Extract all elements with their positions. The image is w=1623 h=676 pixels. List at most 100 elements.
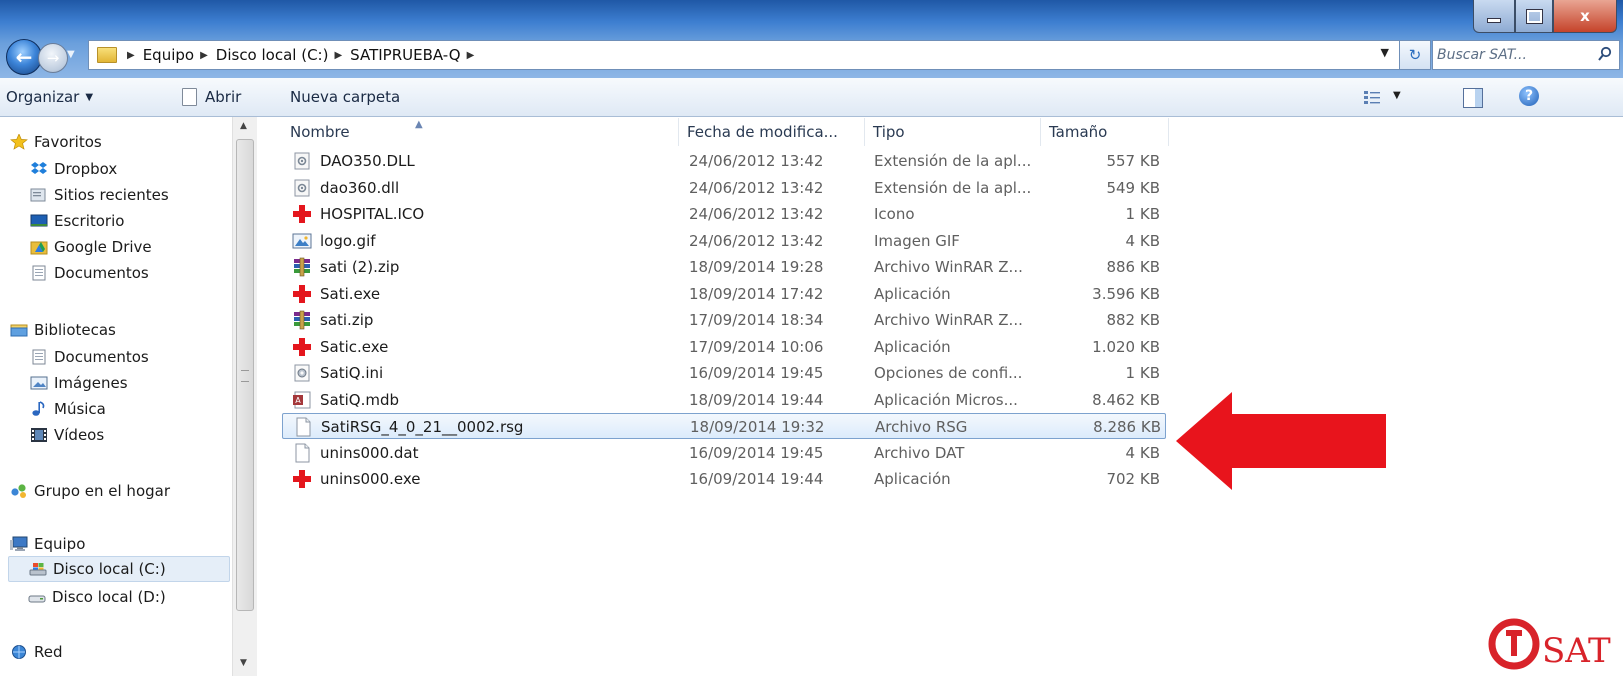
- libraries-icon: [10, 324, 28, 337]
- forward-button[interactable]: →: [38, 43, 68, 73]
- file-name-cell: dao360.dll: [292, 175, 399, 201]
- search-icon[interactable]: [1597, 46, 1613, 62]
- help-icon[interactable]: ?: [1519, 86, 1539, 106]
- file-type: Icono: [874, 205, 915, 223]
- image-icon: [292, 231, 312, 251]
- organize-label: Organizar: [6, 88, 80, 106]
- table-row[interactable]: unins000.exe 16/09/2014 19:44 Aplicación 70…: [282, 466, 1166, 492]
- file-type: Archivo WinRAR Z...: [874, 311, 1023, 329]
- view-options-icon[interactable]: [1363, 89, 1381, 105]
- table-row[interactable]: Satic.exe 17/09/2014 10:06 Aplicación 1.020…: [282, 334, 1166, 360]
- nav-item-music[interactable]: Música: [30, 396, 106, 422]
- nav-item-local-disk-c[interactable]: Disco local (C:): [8, 556, 230, 582]
- table-row[interactable]: dao360.dll 24/06/2012 13:42 Extensión de l…: [282, 175, 1166, 201]
- nav-item-library-documents[interactable]: Documentos: [30, 344, 149, 370]
- minimize-icon: [1487, 17, 1501, 23]
- drive-c-icon: [29, 563, 47, 576]
- dll-icon: [292, 151, 312, 171]
- file-name-cell: Satic.exe: [292, 334, 388, 360]
- preview-pane-icon[interactable]: [1463, 88, 1483, 108]
- maximize-button[interactable]: [1515, 0, 1553, 33]
- nav-item-label: Documentos: [54, 264, 149, 282]
- settings-file-icon: [292, 363, 312, 383]
- nav-item-dropbox[interactable]: Dropbox: [30, 156, 117, 182]
- search-input[interactable]: [1433, 41, 1579, 69]
- file-name: Satic.exe: [320, 337, 389, 356]
- file-date: 24/06/2012 13:42: [689, 231, 824, 250]
- file-name: logo.gif: [320, 231, 376, 250]
- chevron-down-icon[interactable]: ▼: [1393, 90, 1401, 101]
- network-icon: [12, 645, 26, 659]
- file-name-cell: DAO350.DLL: [292, 148, 415, 174]
- file-name-cell: A SatiQ.mdb: [292, 387, 399, 413]
- file-type: Archivo RSG: [875, 418, 968, 436]
- breadcrumb-satiprueba-q[interactable]: SATIPRUEBA-Q: [350, 46, 460, 64]
- nav-computer[interactable]: Equipo: [10, 531, 85, 557]
- nav-item-videos[interactable]: Vídeos: [30, 422, 104, 448]
- table-row[interactable]: HOSPITAL.ICO 24/06/2012 13:42 Icono 1 KB: [282, 201, 1166, 227]
- nav-item-label: Música: [54, 400, 106, 418]
- nav-libraries[interactable]: Bibliotecas: [10, 317, 116, 343]
- nav-network[interactable]: Red: [10, 639, 63, 665]
- open-button[interactable]: Abrir: [182, 78, 241, 116]
- nav-item-google-drive[interactable]: Google Drive: [30, 234, 152, 260]
- file-type: Aplicación: [874, 284, 951, 303]
- red-cross-icon: [292, 337, 312, 357]
- table-row[interactable]: unins000.dat 16/09/2014 19:45 Archivo DAT 4…: [282, 440, 1166, 466]
- table-row[interactable]: Sati.exe 18/09/2014 17:42 Aplicación 3.596 …: [282, 281, 1166, 307]
- table-row[interactable]: SatiRSG_4_0_21__0002.rsg 18/09/2014 19:32…: [282, 413, 1166, 439]
- table-row[interactable]: sati (2).zip 18/09/2014 19:28 Archivo WinR…: [282, 254, 1166, 280]
- nav-network-label: Red: [34, 643, 63, 661]
- pictures-icon: [30, 376, 48, 390]
- nav-scrollbar[interactable]: ▲ ▼: [232, 117, 257, 676]
- table-row[interactable]: logo.gif 24/06/2012 13:42 Imagen GIF 4 KB: [282, 228, 1166, 254]
- chevron-right-icon[interactable]: ▶: [127, 50, 135, 61]
- close-button[interactable]: x: [1553, 0, 1617, 33]
- file-type: Imagen GIF: [874, 231, 960, 250]
- file-name-cell: SatiQ.ini: [292, 360, 383, 386]
- back-button[interactable]: ←: [6, 39, 42, 75]
- command-bar: Organizar ▼ Abrir Nueva carpeta ▼ ?: [0, 78, 1623, 117]
- address-bar[interactable]: ▶ Equipo ▶ Disco local (C:) ▶ SATIPRUEBA…: [88, 40, 1400, 70]
- nav-item-label: Google Drive: [54, 238, 152, 256]
- recent-pages-dropdown[interactable]: ▼: [67, 49, 81, 63]
- nav-item-recent-places[interactable]: Sitios recientes: [30, 182, 169, 208]
- file-date: 17/09/2014 18:34: [689, 311, 824, 329]
- minimize-button[interactable]: [1473, 0, 1515, 33]
- arrow-right-icon: →: [46, 49, 60, 67]
- scroll-thumb[interactable]: [236, 139, 254, 611]
- address-dropdown-icon[interactable]: ▼: [1381, 46, 1389, 59]
- chevron-right-icon[interactable]: ▶: [334, 50, 342, 61]
- column-header-date[interactable]: Fecha de modifica...: [679, 118, 865, 146]
- table-row[interactable]: SatiQ.ini 16/09/2014 19:45 Opciones de con…: [282, 360, 1166, 386]
- file-type: Extensión de la apl...: [874, 152, 1032, 170]
- file-date: 18/09/2014 19:44: [689, 390, 824, 409]
- nav-item-local-disk-d[interactable]: Disco local (D:): [28, 584, 166, 610]
- new-folder-button[interactable]: Nueva carpeta: [290, 78, 400, 116]
- column-header-name[interactable]: Nombre: [282, 118, 679, 146]
- nav-item-pictures[interactable]: Imágenes: [30, 370, 128, 396]
- chevron-right-icon[interactable]: ▶: [467, 50, 475, 61]
- nav-favorites[interactable]: Favoritos: [10, 129, 102, 155]
- table-row[interactable]: sati.zip 17/09/2014 18:34 Archivo WinRAR Z…: [282, 307, 1166, 333]
- breadcrumb-disco-local-c[interactable]: Disco local (C:): [216, 46, 329, 64]
- column-header-type[interactable]: Tipo: [865, 118, 1041, 146]
- document-icon: [32, 265, 46, 281]
- scroll-down-icon[interactable]: ▼: [240, 658, 247, 668]
- refresh-button[interactable]: ↻: [1399, 40, 1431, 70]
- drive-d-icon: [28, 595, 46, 603]
- file-size: 549 KB: [1106, 178, 1160, 197]
- file-name: SatiQ.ini: [320, 364, 384, 382]
- nav-item-desktop[interactable]: Escritorio: [30, 208, 124, 234]
- scroll-up-icon[interactable]: ▲: [240, 121, 247, 131]
- search-box[interactable]: [1432, 40, 1620, 70]
- chevron-right-icon[interactable]: ▶: [200, 50, 208, 61]
- nav-homegroup[interactable]: Grupo en el hogar: [10, 478, 170, 504]
- table-row[interactable]: A SatiQ.mdb 18/09/2014 19:44 Aplicación Mic…: [282, 387, 1166, 413]
- table-row[interactable]: DAO350.DLL 24/06/2012 13:42 Extensión de l…: [282, 148, 1166, 174]
- column-header-size[interactable]: Tamaño: [1041, 118, 1169, 146]
- breadcrumb-equipo[interactable]: Equipo: [143, 46, 194, 64]
- nav-homegroup-label: Grupo en el hogar: [34, 482, 170, 500]
- nav-item-documents[interactable]: Documentos: [30, 260, 149, 286]
- organize-button[interactable]: Organizar ▼: [6, 78, 93, 116]
